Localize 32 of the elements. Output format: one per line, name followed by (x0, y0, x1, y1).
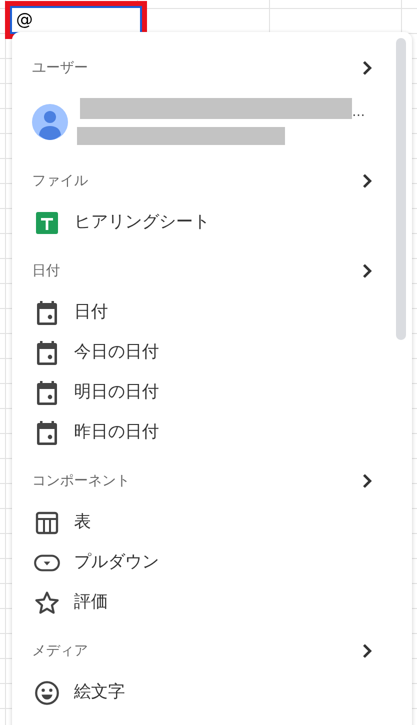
table-icon (35, 511, 59, 535)
dropdown-icon (34, 554, 60, 572)
calendar-icon (36, 301, 58, 325)
chevron-right-icon[interactable] (362, 263, 372, 279)
menu-item[interactable]: ヒアリングシート (12, 203, 412, 243)
scrollbar[interactable] (396, 38, 406, 340)
menu-item[interactable]: プルダウン (12, 543, 412, 583)
chevron-right-icon[interactable] (362, 473, 372, 489)
section-title: 日付 (32, 262, 60, 280)
menu-item[interactable]: 今日の日付 (12, 333, 412, 373)
section-title: ユーザー (32, 58, 88, 78)
menu-item[interactable]: 評価 (12, 583, 412, 623)
avatar-icon (32, 104, 68, 140)
cell-input[interactable]: @ (10, 6, 142, 34)
menu-item[interactable]: 日付 (12, 293, 412, 333)
calendar-icon (36, 381, 58, 405)
smiley-icon (34, 680, 60, 706)
menu-item[interactable]: 明日の日付 (12, 373, 412, 413)
chevron-right-icon[interactable] (362, 60, 372, 76)
menu-item[interactable]: 昨日の日付 (12, 413, 412, 453)
menu-item[interactable]: 絵文字 (12, 673, 412, 713)
section-title: ファイル (32, 172, 88, 190)
section-title: コンポーネント (32, 472, 130, 490)
ellipsis: … (352, 106, 365, 119)
chevron-right-icon[interactable] (362, 643, 372, 659)
chevron-right-icon[interactable] (362, 173, 372, 189)
calendar-icon (36, 341, 58, 365)
spreadsheet-icon (36, 212, 58, 234)
section-title: メディア (32, 642, 88, 660)
star-icon (34, 590, 60, 616)
calendar-icon (36, 421, 58, 445)
menu-item[interactable]: 表 (12, 503, 412, 543)
